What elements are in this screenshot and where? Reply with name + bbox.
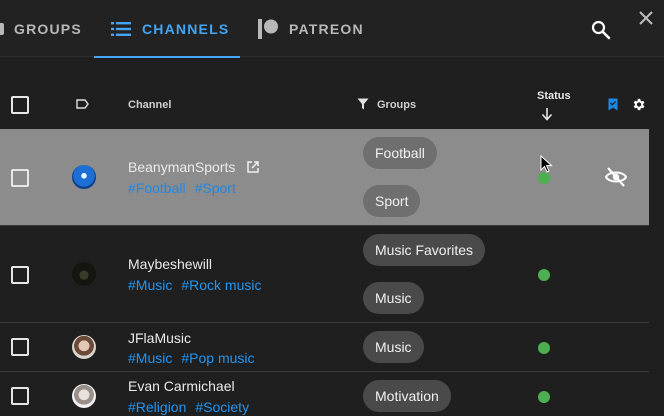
channel-column-header[interactable]: Channel (128, 99, 171, 111)
groups-column-header[interactable]: Groups (377, 99, 416, 111)
search-icon[interactable] (591, 20, 611, 40)
tab-channels-label: CHANNELS (142, 20, 230, 37)
tag-link[interactable]: #Rock music (181, 277, 261, 293)
group-chip[interactable]: Sport (363, 185, 421, 217)
avatar (72, 384, 96, 408)
label-icon (76, 99, 89, 109)
visibility-off-icon[interactable] (604, 165, 628, 189)
settings-gear-icon[interactable] (631, 97, 646, 112)
channel-name[interactable]: JFlaMusic (128, 330, 191, 346)
mouse-cursor-icon (540, 155, 553, 173)
channel-name[interactable]: Maybeshewill (128, 256, 212, 272)
avatar (72, 165, 96, 189)
channel-tags: #Religion #Society (128, 399, 258, 415)
tag-link[interactable]: #Football (128, 180, 186, 196)
tag-link[interactable]: #Society (195, 399, 249, 415)
group-chip[interactable]: Motivation (363, 380, 451, 412)
tag-link[interactable]: #Music (128, 350, 172, 366)
row-checkbox[interactable] (11, 338, 29, 356)
filter-icon[interactable] (357, 98, 369, 110)
table-row[interactable]: Maybeshewill #Music #Rock music Music Fav… (0, 226, 664, 323)
tab-groups[interactable]: GROUPS (0, 0, 82, 57)
status-column-header[interactable]: Status (537, 90, 571, 102)
arrow-down-icon[interactable] (541, 107, 553, 121)
channel-name[interactable]: BeanymanSports (128, 159, 235, 175)
status-indicator (538, 391, 550, 403)
channel-tags: #Music #Pop music (128, 350, 264, 366)
bookmark-check-icon[interactable] (608, 98, 618, 111)
avatar (72, 335, 96, 359)
tag-link[interactable]: #Pop music (181, 350, 254, 366)
tab-channels[interactable]: CHANNELS (94, 0, 240, 58)
group-chip[interactable]: Music (363, 282, 424, 314)
group-chip[interactable]: Music Favorites (363, 234, 486, 266)
scrollbar[interactable] (649, 128, 664, 416)
tab-patreon[interactable]: PATREON (258, 0, 364, 57)
group-chip[interactable]: Music (363, 331, 424, 363)
channel-tags: #Music #Rock music (128, 277, 271, 293)
top-bar: GROUPS CHANNELS PATREON (0, 0, 664, 58)
row-checkbox[interactable] (11, 169, 29, 187)
tag-link[interactable]: #Music (128, 277, 172, 293)
open-external-icon[interactable] (246, 160, 260, 174)
patreon-icon (258, 18, 278, 39)
status-indicator (538, 269, 550, 281)
table-header: Channel Groups Status (0, 58, 664, 128)
tab-groups-label: GROUPS (14, 20, 82, 37)
table-row[interactable]: JFlaMusic #Music #Pop music Music (0, 323, 664, 372)
table-row[interactable]: BeanymanSports #Football #Sport Football … (0, 129, 649, 226)
group-chip[interactable]: Football (363, 137, 437, 169)
close-icon[interactable] (637, 9, 655, 27)
avatar (72, 262, 96, 286)
tag-link[interactable]: #Religion (128, 399, 186, 415)
tag-link[interactable]: #Sport (195, 180, 236, 196)
status-indicator (538, 342, 550, 354)
channel-tags: #Football #Sport (128, 180, 245, 196)
row-checkbox[interactable] (11, 266, 29, 284)
list-icon (111, 21, 131, 36)
tab-patreon-label: PATREON (289, 20, 364, 37)
groups-icon (0, 22, 4, 35)
select-all-checkbox[interactable] (11, 96, 29, 114)
table-row[interactable]: Evan Carmichael #Religion #Society Motiva… (0, 372, 664, 416)
row-checkbox[interactable] (11, 387, 29, 405)
channel-name[interactable]: Evan Carmichael (128, 378, 235, 394)
